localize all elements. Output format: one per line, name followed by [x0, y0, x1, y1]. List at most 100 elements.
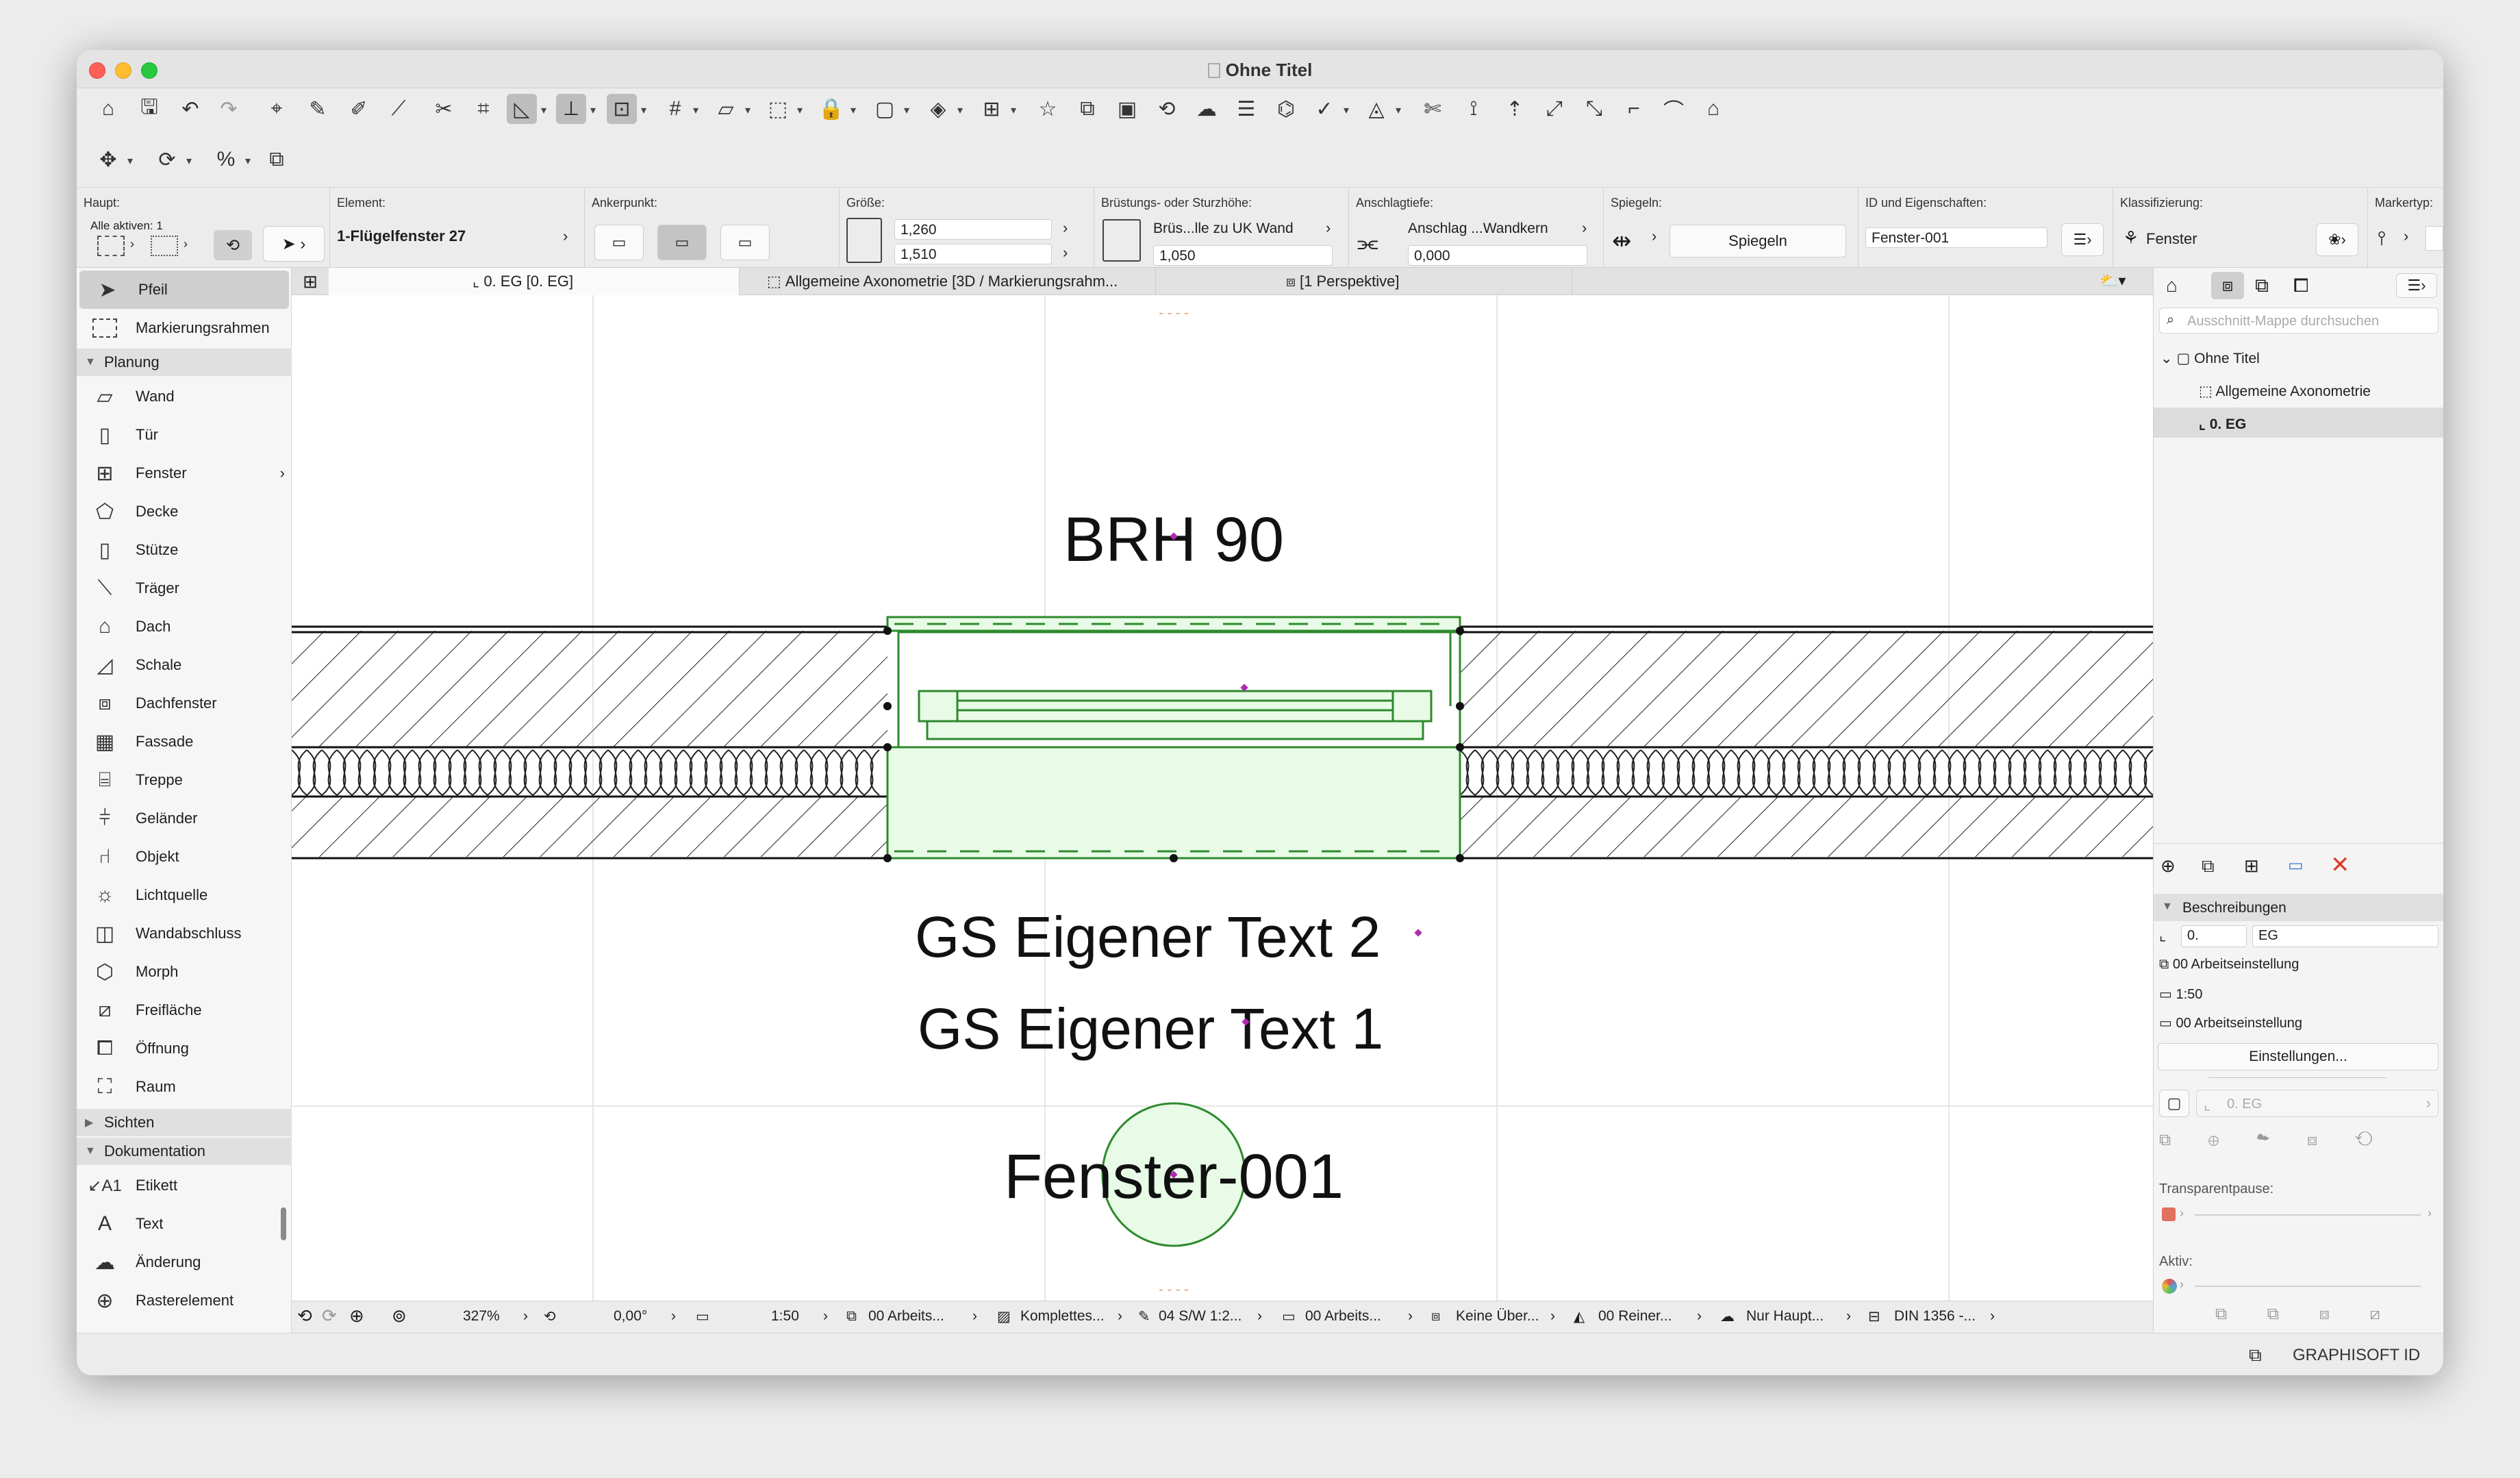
chevron-right-icon[interactable]: ›	[1118, 1308, 1122, 1325]
chevron-right-icon[interactable]: ›	[2180, 1277, 2184, 1292]
tool-wand[interactable]: ▱ Wand	[77, 377, 292, 416]
tool-stuetze[interactable]: ▯ Stütze	[77, 531, 292, 569]
resize-icon[interactable]: ⤢	[1539, 94, 1570, 124]
beschreibungen-header[interactable]: ▼ Beschreibungen	[2154, 894, 2443, 921]
anchor-left-button[interactable]: ▭	[594, 225, 644, 260]
tool-gelaender[interactable]: ⫩ Geländer	[77, 799, 292, 838]
clone-view-icon[interactable]: ⧉	[2202, 855, 2215, 877]
tool-tuer[interactable]: ▯ Tür	[77, 416, 292, 454]
link-icon[interactable]: ⟲	[1152, 94, 1182, 124]
panel-toggle-icon[interactable]: ⧉	[2249, 1344, 2262, 1366]
schedule-icon[interactable]: ☰	[1231, 94, 1261, 124]
chevron-down-icon[interactable]: ▾	[590, 103, 596, 117]
surface-icon[interactable]: ◬	[1361, 94, 1391, 124]
offset-icon[interactable]: ⬚	[763, 94, 793, 124]
chevron-down-icon[interactable]: ▾	[850, 103, 856, 117]
chevron-right-icon[interactable]: ›	[184, 237, 188, 251]
selection-method-icon[interactable]	[97, 236, 125, 256]
chevron-down-icon[interactable]: ▾	[541, 103, 546, 117]
einstellungen-button[interactable]: Einstellungen...	[2158, 1043, 2439, 1070]
active-slider[interactable]	[2195, 1286, 2421, 1287]
tool-fassade[interactable]: ▦ Fassade	[77, 723, 292, 761]
chevron-right-icon[interactable]: ›	[1582, 219, 1587, 237]
tab-perspective[interactable]: ⧈ [1 Perspektive]	[1156, 268, 1572, 295]
pick-up-icon[interactable]: ⟲	[214, 230, 252, 260]
classification-tree-icon[interactable]: ❀›	[2316, 223, 2358, 256]
chevron-down-icon[interactable]: ▾	[693, 103, 698, 117]
wall-left[interactable]	[292, 631, 887, 857]
tool-wandabschluss[interactable]: ◫ Wandabschluss	[77, 914, 292, 953]
chevron-down-icon[interactable]: ▾	[245, 154, 251, 168]
chevron-right-icon[interactable]: ›	[671, 1308, 676, 1325]
layer-row[interactable]: ⧉ 00 Arbeitseinstellung	[2159, 957, 2299, 973]
grid-icon[interactable]: #	[660, 94, 690, 124]
mvo-row[interactable]: ▭ 00 Arbeitseinstellung	[2159, 1014, 2302, 1031]
magic-wand-icon[interactable]: ⟋	[383, 94, 414, 124]
chevron-right-icon[interactable]: ›	[1257, 1308, 1262, 1325]
chevron-down-icon[interactable]: ▾	[1011, 103, 1016, 117]
layout-icon[interactable]: ▢	[2159, 1090, 2189, 1117]
tool-oeffnung[interactable]: ⧠ Öffnung	[77, 1029, 292, 1068]
mirror-button[interactable]: Spiegeln	[1670, 225, 1846, 258]
chevron-down-icon[interactable]: ▾	[1344, 103, 1349, 117]
zoom-in-icon[interactable]: ⊕	[349, 1305, 364, 1327]
anchor-center-button[interactable]: ▭	[657, 225, 707, 260]
group-icon[interactable]: ▢	[870, 94, 900, 124]
tree-item-selected[interactable]	[2154, 408, 2443, 438]
snap-points-icon[interactable]: ⊡	[607, 94, 637, 124]
project-map-icon[interactable]: ⌂	[2166, 275, 2178, 297]
drawing-canvas[interactable]: BRH 90 GS Eigener Text 2 GS Eigener Text…	[292, 295, 2153, 1301]
section-dokumentation[interactable]: ▼ Dokumentation	[77, 1138, 292, 1165]
chevron-down-icon[interactable]: ▾	[641, 103, 646, 117]
tool-schale[interactable]: ◿ Schale	[77, 646, 292, 684]
tag-icon[interactable]: ⌬	[1271, 94, 1301, 124]
tool-treppe[interactable]: ⌸ Treppe	[77, 761, 292, 799]
lock-icon[interactable]: 🔒	[816, 94, 846, 124]
scale-row[interactable]: ▭ 1:50	[2159, 986, 2202, 1003]
fillet-icon[interactable]: ⌐	[1619, 94, 1649, 124]
chevron-down-icon[interactable]: ▾	[127, 154, 133, 168]
favorites-icon[interactable]: ☆	[1033, 94, 1063, 124]
eyedropper-icon[interactable]: ✎	[303, 94, 333, 124]
tab-axonometry[interactable]: ⬚ Allgemeine Axonometrie [3D / Markierung…	[740, 268, 1156, 295]
rotate-icon[interactable]: ⟳	[152, 145, 182, 175]
navigator-menu-icon[interactable]: ☰›	[2396, 273, 2437, 298]
tool-decke[interactable]: ⬠ Decke	[77, 492, 292, 531]
tool-etikett[interactable]: ↙A1 Etikett	[77, 1166, 275, 1205]
tree-item-axonometry[interactable]: ⬚ Allgemeine Axonometrie	[2199, 383, 2371, 400]
save-icon[interactable]: 🖫	[134, 94, 164, 124]
undo-view-icon[interactable]: ⟲	[297, 1305, 312, 1327]
custom-text-1[interactable]: GS Eigener Text 1	[918, 997, 1383, 1061]
undo-icon[interactable]: ↶	[175, 94, 205, 124]
dimension-icon[interactable]: ⌗	[468, 94, 499, 124]
marker-field[interactable]	[2426, 226, 2443, 251]
chevron-right-icon[interactable]: ›	[1697, 1308, 1702, 1325]
delete-icon[interactable]: ✕	[2330, 851, 2350, 879]
home-icon[interactable]: ⌂	[93, 94, 123, 124]
syringe-icon[interactable]: ✐	[344, 94, 374, 124]
tool-dachfenster[interactable]: ⧈ Dachfenster	[77, 684, 292, 723]
chevron-right-icon[interactable]: ›	[130, 237, 134, 251]
tab-floor-plan[interactable]: ⌞ 0. EG [0. EG]	[329, 268, 740, 295]
chevron-down-icon[interactable]: ▾	[904, 103, 909, 117]
tool-text[interactable]: A Text	[77, 1205, 275, 1243]
trace-color-swatch[interactable]	[2162, 1207, 2176, 1221]
display-order-icon[interactable]: ◈	[923, 94, 953, 124]
tool-morph[interactable]: ⬡ Morph	[77, 953, 292, 991]
chevron-down-icon[interactable]: ▾	[1396, 103, 1401, 117]
redo-view-icon[interactable]: ⟳	[322, 1305, 337, 1327]
chevron-right-icon[interactable]: ›	[2428, 1206, 2432, 1220]
roof-icon[interactable]: ⌂	[1698, 94, 1728, 124]
elevate-icon[interactable]: ⇡	[1500, 94, 1530, 124]
publisher-icon[interactable]: ⧠	[2293, 275, 2308, 297]
stretch-icon[interactable]: ⤡	[1579, 94, 1609, 124]
chevron-right-icon[interactable]: ›	[2404, 227, 2408, 245]
chevron-right-icon[interactable]: ›	[563, 227, 568, 245]
tab-options-icon[interactable]: ⛅▾	[2100, 272, 2126, 290]
tool-fenster[interactable]: ⊞ Fenster ›	[77, 454, 292, 492]
chevron-down-icon[interactable]: ▾	[745, 103, 751, 117]
storey-select[interactable]: ⌞ 0. EG ›	[2196, 1090, 2439, 1117]
chevron-right-icon[interactable]: ›	[1652, 227, 1656, 245]
anchor-right-button[interactable]: ▭	[720, 225, 770, 260]
chevron-right-icon[interactable]: ›	[1063, 244, 1068, 262]
